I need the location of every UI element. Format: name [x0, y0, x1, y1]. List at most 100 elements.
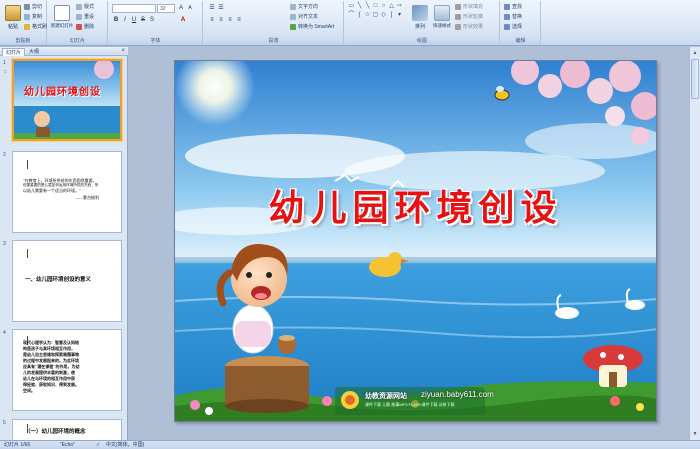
- drawing-group: ▭ ╲ ╲ □ ○ △ ⇨ ⌒ { ☆ ▢ ◇ [ ▾ 排列 快速样式 形状填充…: [345, 1, 500, 45]
- animation-star-icon: ☆: [3, 69, 8, 75]
- align-left-icon[interactable]: ≡: [208, 16, 216, 24]
- grow-font-icon[interactable]: A: [177, 4, 185, 12]
- align-center-icon[interactable]: ≡: [217, 16, 225, 24]
- thumb-4-line-2: 构是孩子与其环境相互作用，: [23, 346, 75, 351]
- font-name-combo[interactable]: [112, 4, 156, 13]
- slides-group-label: 幻灯片: [48, 37, 107, 45]
- align-text-button[interactable]: 对齐文本: [290, 13, 318, 22]
- shape-outline-button[interactable]: 形状轮廓: [455, 13, 483, 22]
- slide-thumbnail-row: 1 ☆ 幼儿园环境创设: [0, 59, 128, 145]
- brace-shape-icon[interactable]: {: [356, 12, 363, 19]
- copy-icon: [24, 13, 30, 20]
- brand-url: ziyuan.baby611.com: [421, 390, 494, 399]
- clipboard-group-label: 剪贴板: [0, 37, 46, 45]
- thumb-3-heading: 一、幼儿园环境创设的意义: [25, 277, 92, 283]
- font-color-icon[interactable]: A: [179, 16, 187, 24]
- copy-button[interactable]: 复制: [24, 13, 42, 22]
- thumb-4-line-9: 空间。: [23, 388, 35, 393]
- slides-panel: 幻灯片 大纲 × 1 ☆ 幼儿园环境创设 2 "在教育上，环境所供给的东西固然重…: [0, 47, 128, 440]
- thumb-bar: [27, 249, 28, 258]
- cut-button[interactable]: 剪切: [24, 3, 42, 12]
- arrow-shape-icon[interactable]: ⇨: [396, 3, 403, 10]
- layout-button[interactable]: 版式: [76, 3, 94, 12]
- textbox-shape-icon[interactable]: ▭: [348, 3, 355, 10]
- callout-shape-icon[interactable]: ◇: [380, 12, 387, 19]
- slide-thumbnail-5[interactable]: （一）幼儿园环境的概念: [12, 419, 122, 440]
- thumb-2-author: ——蒙台梭利: [75, 195, 99, 200]
- bullets-icon[interactable]: ☰: [208, 4, 216, 12]
- align-right-icon[interactable]: ≡: [226, 16, 234, 24]
- rounded-rect-shape-icon[interactable]: ▢: [372, 12, 379, 19]
- quick-styles-button[interactable]: 快速样式: [431, 3, 453, 35]
- new-slide-button[interactable]: 新建幻灯片: [50, 3, 74, 35]
- oval-shape-icon[interactable]: ○: [380, 3, 387, 10]
- line-shape-icon[interactable]: ╲: [356, 3, 363, 10]
- current-slide[interactable]: 幼儿园环境创设 幼教资源网站 ziyuan.baby611.com 课件下载 儿…: [174, 60, 657, 422]
- slide-thumbnail-2[interactable]: "在教育上，环境所供给的东西固然重要， 但更重要的是儿童如何运用环境所供的东西，…: [12, 151, 122, 233]
- editing-group-label: 编辑: [501, 37, 540, 45]
- tab-outline[interactable]: 大纲: [26, 48, 42, 56]
- spellcheck-icon[interactable]: ✓: [96, 441, 100, 449]
- slide-thumbnail-row: 5 （一）幼儿园环境的概念: [0, 419, 128, 440]
- find-button[interactable]: 查找: [504, 3, 522, 12]
- format-painter-button[interactable]: 格式刷: [24, 23, 47, 32]
- vertical-scrollbar[interactable]: ▲ ▼: [689, 47, 700, 440]
- slide-number: 2: [3, 152, 6, 158]
- thumb-4-line-4: 的过程中发展起来的。为此环境: [23, 358, 79, 363]
- replace-button[interactable]: 替换: [504, 13, 522, 22]
- replace-icon: [504, 13, 510, 20]
- language-indicator[interactable]: 中文(简体，中国): [106, 441, 144, 449]
- smartart-button[interactable]: 转换为 SmartArt: [290, 23, 334, 32]
- slide-thumbnail-3[interactable]: 一、幼儿园环境创设的意义: [12, 240, 122, 322]
- shrink-font-icon[interactable]: A: [186, 4, 194, 12]
- drawing-group-label: 绘图: [345, 37, 499, 45]
- bracket-shape-icon[interactable]: [: [388, 12, 395, 19]
- layout-icon: [76, 3, 82, 10]
- select-button[interactable]: 选择: [504, 23, 522, 32]
- text-direction-button[interactable]: 文字方向: [290, 3, 318, 12]
- numbering-icon[interactable]: ☰: [217, 4, 225, 12]
- line2-shape-icon[interactable]: ╲: [364, 3, 371, 10]
- slide-thumbnail-4[interactable]: 现代心理学认为：智慧及认知结 构是孩子与其环境相互作用， 是幼儿自主思维和探索周…: [12, 329, 122, 411]
- font-group: 32 A A B I U S S A 字体: [109, 1, 203, 45]
- justify-icon[interactable]: ≡: [235, 16, 243, 24]
- thumb-1-title: 幼儿园环境创设: [24, 87, 101, 98]
- clipboard-group: 粘贴 剪切 复制 格式刷 剪贴板: [0, 1, 47, 45]
- find-icon: [504, 3, 510, 10]
- thumb-4-line-8: 得经验、获取知识、得到发展。: [23, 382, 79, 387]
- strikethrough-icon[interactable]: S: [139, 16, 147, 24]
- star-shape-icon[interactable]: ☆: [364, 12, 371, 19]
- slide-thumbnail-row: 3 一、幼儿园环境创设的意义: [0, 240, 128, 326]
- slide-thumbnail-1[interactable]: 幼儿园环境创设: [12, 59, 122, 141]
- shape-effects-button[interactable]: 形状效果: [455, 23, 483, 32]
- font-size-combo[interactable]: 32: [157, 4, 175, 13]
- reset-icon: [76, 13, 82, 20]
- slide-title[interactable]: 幼儿园环境创设: [175, 179, 656, 231]
- curve-shape-icon[interactable]: ⌒: [348, 12, 355, 19]
- brand-badge: 幼教资源网站 ziyuan.baby611.com 课件下载 儿歌 故事MP3 …: [335, 389, 494, 415]
- align-text-icon: [290, 13, 296, 20]
- arrange-button[interactable]: 排列: [409, 3, 431, 35]
- shadow-icon[interactable]: S: [148, 16, 156, 24]
- scroll-down-icon[interactable]: ▼: [691, 430, 699, 438]
- panel-tabs: 幻灯片 大纲 ×: [0, 47, 128, 56]
- italic-icon[interactable]: I: [121, 16, 129, 24]
- more-shapes-icon[interactable]: ▾: [396, 12, 403, 19]
- paste-button[interactable]: 粘贴: [2, 3, 24, 35]
- slides-group: 新建幻灯片 版式 重设 删除 幻灯片: [48, 1, 108, 45]
- scroll-thumb[interactable]: [691, 59, 699, 99]
- close-panel-icon[interactable]: ×: [121, 47, 125, 56]
- scroll-up-icon[interactable]: ▲: [691, 49, 699, 57]
- underline-icon[interactable]: U: [130, 16, 138, 24]
- rect-shape-icon[interactable]: □: [372, 3, 379, 10]
- reset-button[interactable]: 重设: [76, 13, 94, 22]
- scissors-icon: [24, 3, 30, 10]
- new-slide-icon: [54, 5, 70, 21]
- bold-icon[interactable]: B: [112, 16, 120, 24]
- delete-button[interactable]: 删除: [76, 23, 94, 32]
- shape-fill-button[interactable]: 形状填充: [455, 3, 483, 12]
- tab-slides[interactable]: 幻灯片: [2, 48, 26, 56]
- thumb-4-line-6: 儿的发展提供丰富的刺激，使: [23, 370, 75, 375]
- triangle-shape-icon[interactable]: △: [388, 3, 395, 10]
- text-direction-icon: [290, 3, 296, 10]
